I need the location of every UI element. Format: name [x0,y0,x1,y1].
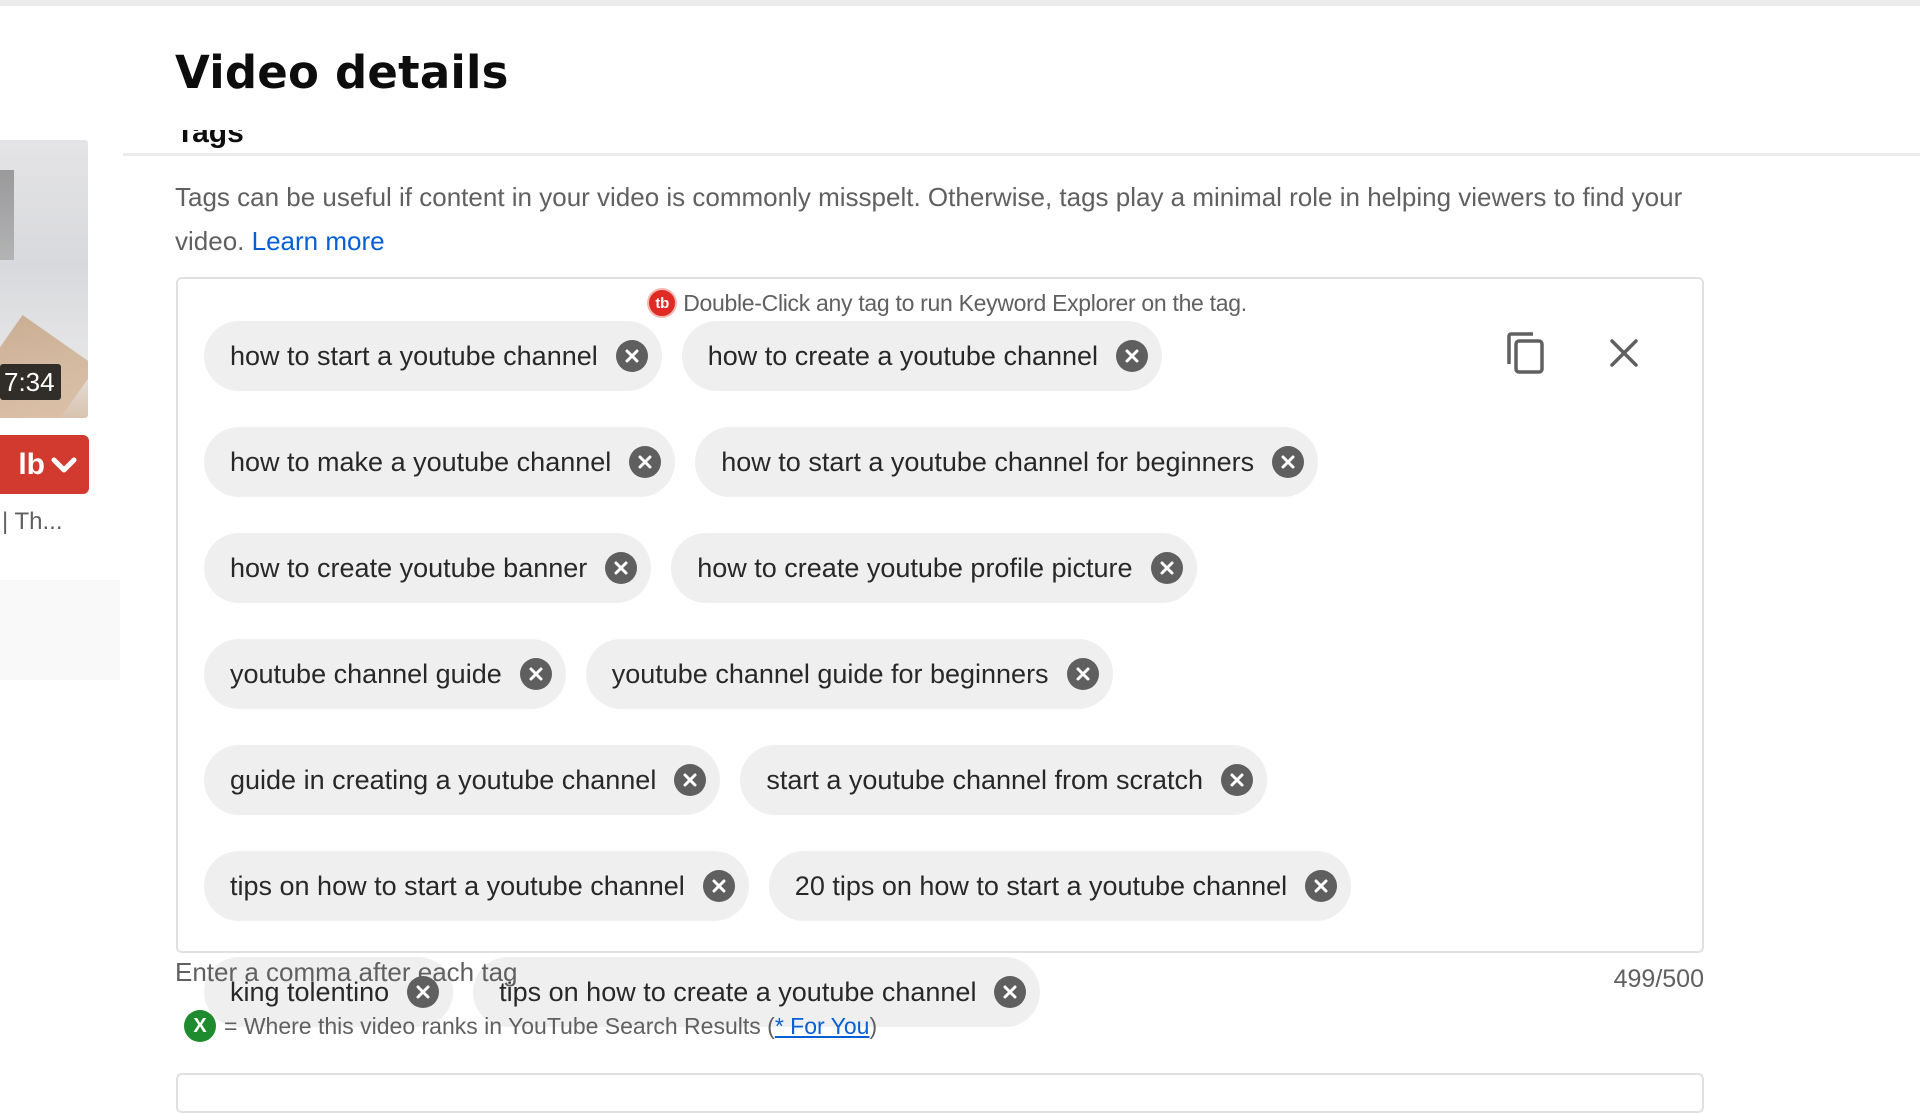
tags-description: Tags can be useful if content in your vi… [175,175,1735,263]
tag-chip[interactable]: how to create youtube banner [204,533,652,603]
tag-chip-label: 20 tips on how to start a youtube channe… [794,870,1288,901]
tag-chip-label: youtube channel guide [230,658,502,689]
tag-chip[interactable]: how to start a youtube channel for begin… [695,427,1319,497]
video-title-snippet: | Th... [2,508,63,535]
tag-chip[interactable]: how to create a youtube channel [681,321,1163,391]
tubebuddy-menu-button[interactable]: lb [0,435,89,494]
remove-tag-icon[interactable] [994,976,1027,1008]
tag-chip[interactable]: youtube channel guide [204,639,566,709]
tags-heading-text: Tags [176,130,244,149]
tubebuddy-logo: lb [18,447,45,481]
copy-tags-button[interactable] [1502,331,1550,379]
remove-tag-icon[interactable] [674,764,707,796]
tag-chip[interactable]: how to make a youtube channel [204,427,676,497]
tag-chip-label: tips on how to create a youtube channel [499,976,977,1007]
remove-tag-icon[interactable] [1150,552,1183,584]
tag-chip-label: how to start a youtube channel for begin… [721,446,1255,477]
copy-icon [1505,330,1547,381]
for-you-link[interactable]: * For You [775,1013,870,1039]
tag-chip-label: how to make a youtube channel [230,446,612,477]
tag-chip-label: guide in creating a youtube channel [230,764,657,795]
next-section-box [176,1073,1704,1113]
left-panel [0,580,120,680]
remove-tag-icon[interactable] [1272,446,1305,478]
tags-char-counter: 499/500 [1613,965,1704,993]
rank-legend: X = Where this video ranks in YouTube Se… [184,1010,877,1042]
tags-description-text: Tags can be useful if content in your vi… [175,182,1683,256]
tag-chip-label: how to create a youtube channel [707,340,1099,371]
tag-chip[interactable]: how to start a youtube channel [204,321,662,391]
tag-chip-label: tips on how to start a youtube channel [230,870,685,901]
tag-chip[interactable]: start a youtube channel from scratch [740,745,1268,815]
clear-tags-button[interactable] [1600,331,1648,379]
hint-text: Double-Click any tag to run Keyword Expl… [683,289,1247,316]
tag-chip[interactable]: youtube channel guide for beginners [585,639,1113,709]
tag-chip-label: youtube channel guide for beginners [611,658,1049,689]
page-title: Video details [175,46,509,99]
tubebuddy-logo-icon: tb [647,288,678,318]
keyword-explorer-hint: tb Double-Click any tag to run Keyword E… [178,288,1702,318]
tags-helper-text: Enter a comma after each tag [175,957,518,987]
remove-tag-icon[interactable] [1116,340,1149,372]
header-divider [123,153,1920,156]
learn-more-link[interactable]: Learn more [252,226,385,256]
rank-badge-icon: X [184,1010,216,1042]
rank-legend-close: ) [869,1012,878,1039]
tag-chip[interactable]: guide in creating a youtube channel [204,745,721,815]
tag-chip-label: how to start a youtube channel [230,340,598,371]
tag-chip-list: how to start a youtube channel how to cre… [204,321,1504,1027]
remove-tag-icon[interactable] [605,552,638,584]
tag-chip-label: how to create youtube profile picture [697,552,1133,583]
tag-chip[interactable]: tips on how to start a youtube channel [204,851,749,921]
thumbnail-figure [0,170,14,260]
video-duration-badge: 7:34 [0,364,61,400]
top-bar [0,0,1920,6]
rank-legend-text: = Where this video ranks in YouTube Sear… [224,1012,775,1039]
remove-tag-icon[interactable] [629,446,662,478]
chevron-down-icon [51,448,77,482]
tag-chip-label: start a youtube channel from scratch [766,764,1204,795]
tag-chip[interactable]: how to create youtube profile picture [671,533,1197,603]
tag-box-actions [1502,331,1648,379]
tags-input-box[interactable]: tb Double-Click any tag to run Keyword E… [176,277,1704,1027]
tags-heading: Tags [176,130,244,155]
tag-chip[interactable]: 20 tips on how to start a youtube channe… [768,851,1352,921]
remove-tag-icon[interactable] [702,870,735,902]
remove-tag-icon[interactable] [519,658,552,690]
tag-chip-label: how to create youtube banner [230,552,588,583]
close-icon [1607,336,1641,375]
remove-tag-icon[interactable] [1305,870,1338,902]
remove-tag-icon[interactable] [615,340,648,372]
remove-tag-icon[interactable] [1221,764,1254,796]
remove-tag-icon[interactable] [1066,658,1099,690]
